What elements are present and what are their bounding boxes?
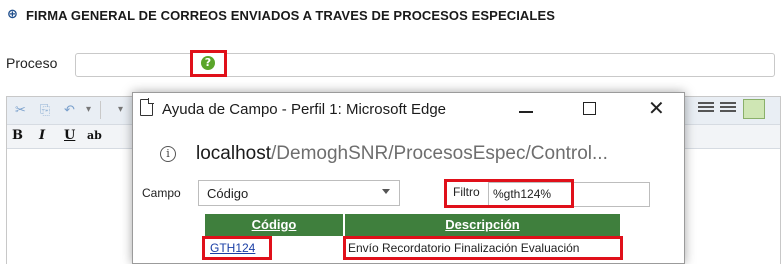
justify-icon[interactable] bbox=[720, 102, 736, 116]
toolbar-dropdown-icon[interactable]: ▾ bbox=[118, 104, 123, 115]
popup-title: Ayuda de Campo - Perfil 1: Microsoft Edg… bbox=[162, 101, 447, 118]
page-icon bbox=[140, 98, 154, 116]
address-bar[interactable]: localhost/DemoghSNR/ProcesosEspec/Contro… bbox=[196, 143, 608, 165]
minimize-icon[interactable] bbox=[519, 111, 533, 113]
toolbar-divider bbox=[100, 101, 101, 119]
campo-label: Campo bbox=[142, 186, 181, 200]
filtro-highlight bbox=[444, 179, 574, 208]
proceso-input[interactable] bbox=[75, 53, 775, 77]
undo-dropdown-icon[interactable]: ▾ bbox=[86, 104, 91, 115]
align-right-icon[interactable] bbox=[698, 102, 714, 116]
maximize-icon[interactable] bbox=[583, 102, 596, 115]
underline-button[interactable]: U bbox=[64, 128, 75, 143]
undo-icon[interactable]: ↶ bbox=[64, 103, 75, 118]
address-path: /DemoghSNR/ProcesosEspec/Control... bbox=[271, 143, 608, 164]
descripcion-highlight bbox=[343, 236, 623, 260]
info-icon: ⊕ bbox=[7, 7, 18, 22]
copy-icon[interactable]: ⎘ bbox=[40, 103, 50, 118]
column-header-codigo[interactable]: Código bbox=[205, 214, 343, 236]
bold-button[interactable]: B bbox=[12, 128, 23, 143]
chevron-down-icon[interactable] bbox=[382, 189, 390, 194]
close-icon[interactable]: ✕ bbox=[648, 97, 665, 119]
address-host: localhost bbox=[196, 143, 271, 164]
cut-icon[interactable]: ✂ bbox=[15, 103, 26, 118]
strikethrough-button[interactable]: ab bbox=[87, 129, 102, 142]
column-header-descripcion[interactable]: Descripción bbox=[345, 214, 620, 236]
italic-button[interactable]: I bbox=[39, 128, 45, 143]
proceso-label: Proceso bbox=[6, 55, 58, 71]
text-color-icon[interactable] bbox=[743, 99, 765, 119]
page-title: FIRMA GENERAL DE CORREOS ENVIADOS A TRAV… bbox=[26, 8, 555, 23]
campo-selected-value: Código bbox=[207, 186, 249, 201]
site-info-icon[interactable]: i bbox=[160, 146, 176, 162]
codigo-highlight bbox=[202, 236, 272, 260]
help-icon[interactable]: ? bbox=[201, 56, 215, 70]
